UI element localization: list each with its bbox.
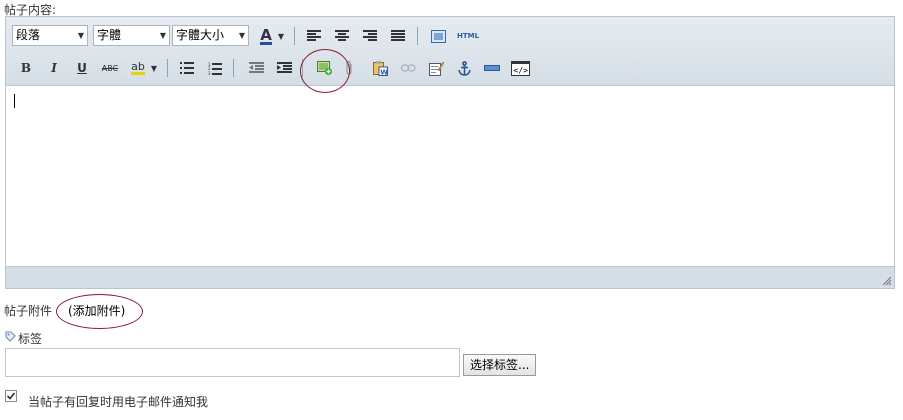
toolbar-divider [417,27,418,45]
outdent-button[interactable] [245,57,267,79]
window-icon [430,29,446,43]
bullet-list-button[interactable] [176,57,198,79]
format-select-value: 段落 [16,28,41,42]
paste-word-button[interactable]: W [369,57,391,79]
annotation-circle [300,49,350,93]
horizontal-rule-icon [484,65,500,71]
link-button[interactable] [397,57,419,79]
source-code-icon: </> [510,60,530,76]
underline-icon: U [77,61,87,75]
bullet-list-icon [180,62,194,74]
highlight-icon: ab [131,60,145,75]
font-color-icon: A [260,25,272,45]
tags-input[interactable] [5,348,460,377]
size-select-value: 字體大小 [176,28,225,42]
source-code-button[interactable]: </> [509,57,531,79]
strikethrough-button[interactable]: ABC [99,57,121,79]
resize-grip-icon[interactable] [882,276,892,286]
numbered-list-button[interactable]: 123 [204,57,226,79]
rich-text-editor: 段落 ▼ 字體 ▼ 字體大小 ▼ A ▼ HTML B I U ABC ab ▼… [5,16,895,289]
align-left-button[interactable] [303,25,325,47]
font-select-value: 字體 [97,28,122,42]
svg-text:</>: </> [513,66,528,75]
editor-statusbar [6,266,894,288]
align-left-icon [307,30,321,41]
chevron-down-icon[interactable]: ▼ [149,57,159,79]
editor-content-area[interactable] [6,86,894,268]
editor-toolbar: 段落 ▼ 字體 ▼ 字體大小 ▼ A ▼ HTML B I U ABC ab ▼… [6,17,894,86]
notify-email-label: 当帖子有回复时用电子邮件通知我 [28,395,209,409]
italic-button[interactable]: I [43,57,65,79]
chevron-down-icon: ▼ [159,31,166,40]
svg-text:3: 3 [208,71,211,75]
choose-tags-button[interactable]: 选择标签... [463,354,537,376]
underline-button[interactable]: U [71,57,93,79]
chevron-down-icon: ▼ [238,31,245,40]
post-attachment-label: 帖子附件 [4,304,53,318]
font-select[interactable]: 字體 ▼ [93,25,170,46]
justify-button[interactable] [387,25,409,47]
numbered-list-icon: 123 [208,62,222,75]
strikethrough-icon: ABC [101,63,119,73]
align-center-icon [335,30,349,41]
edit-button[interactable] [425,57,447,79]
paste-word-icon: W [372,60,388,76]
highlight-button[interactable]: ab [127,57,149,79]
toolbar-divider [233,59,234,77]
toolbar-row-2: B I U ABC ab ▼ 123 W </> [6,54,894,82]
html-label: HTML [456,32,480,40]
bold-icon: B [20,61,32,75]
chevron-down-icon[interactable]: ▼ [276,25,286,47]
indent-icon [276,62,292,73]
add-attachment-link[interactable]: (添加附件) [68,302,125,319]
anchor-button[interactable] [453,57,475,79]
align-right-button[interactable] [359,25,381,47]
svg-text:W: W [380,68,388,76]
size-select[interactable]: 字體大小 ▼ [172,25,249,46]
notify-email-checkbox[interactable] [5,390,17,402]
toolbar-divider [167,59,168,77]
format-select[interactable]: 段落 ▼ [12,25,88,46]
html-source-button[interactable]: HTML [455,25,481,47]
toolbar-row-1: 段落 ▼ 字體 ▼ 字體大小 ▼ A ▼ HTML [6,22,894,50]
align-center-button[interactable] [331,25,353,47]
fullscreen-button[interactable] [427,25,449,47]
font-color-button[interactable]: A [255,25,277,47]
outdent-icon [248,62,264,73]
align-right-icon [363,30,377,41]
bold-button[interactable]: B [15,57,37,79]
tag-icon [5,331,16,342]
tags-label: 标签 [18,332,43,346]
edit-icon [428,61,444,76]
indent-button[interactable] [273,57,295,79]
text-caret [14,94,15,108]
italic-icon: I [51,61,57,75]
anchor-icon [457,60,471,76]
justify-icon [391,30,405,41]
chevron-down-icon: ▼ [77,31,84,40]
toolbar-divider [294,27,295,45]
link-icon [400,64,416,72]
horizontal-rule-button[interactable] [481,57,503,79]
